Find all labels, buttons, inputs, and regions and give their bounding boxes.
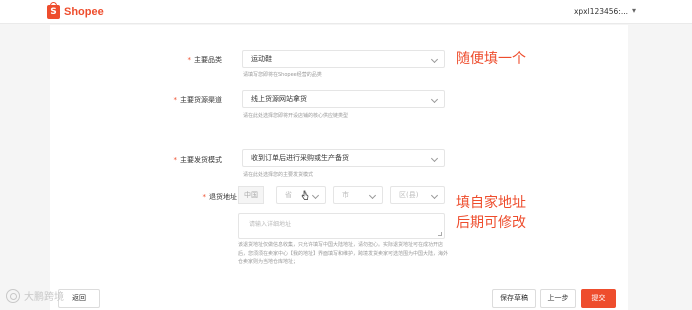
resize-handle-icon[interactable] [438, 232, 442, 236]
return-address-label: * 退货地址 [202, 193, 238, 201]
watermark-logo-icon [6, 288, 20, 303]
shipping-mode-value: 收到订单后进行采购或生产备货 [251, 154, 349, 162]
address-detail-input[interactable]: 请输入详细地址 [238, 213, 445, 239]
supply-channel-label: * 主要货源渠道 [173, 96, 223, 104]
mouse-cursor-icon [301, 190, 309, 200]
supply-channel-hint: 请在此处选择您即将开设店铺的核心供应链类型 [243, 113, 349, 119]
logo-initial: S [50, 7, 57, 17]
category-value: 运动鞋 [251, 55, 272, 63]
supply-channel-select[interactable]: 线上货源网站拿货 [242, 90, 445, 108]
chevron-down-icon [430, 55, 439, 64]
shipping-mode-select[interactable]: 收到订单后进行采购或生产备货 [242, 149, 445, 167]
chevron-down-icon [430, 191, 439, 200]
annotation-line-2: 后期可修改 [456, 215, 526, 231]
annotation-line-1: 填自家地址 [456, 195, 526, 211]
city-select[interactable]: 市 [333, 186, 383, 204]
back-button[interactable]: 返回 [58, 289, 100, 308]
shopee-logo[interactable]: S Shopee [47, 2, 104, 19]
annotation-home-address: 填自家地址 后期可修改 [456, 193, 526, 233]
chevron-down-icon [368, 191, 377, 200]
chevron-down-icon[interactable]: ▾ [632, 6, 636, 15]
city-placeholder: 市 [342, 191, 349, 199]
submit-button[interactable]: 提交 [581, 289, 616, 308]
brand-name: Shopee [64, 6, 104, 18]
watermark-text: 大鹏跨境 [24, 292, 64, 303]
chevron-down-icon [311, 191, 320, 200]
save-draft-button[interactable]: 保存草稿 [492, 289, 536, 308]
username[interactable]: xpxl123456:... [574, 7, 628, 16]
district-select[interactable]: 区(县) [390, 186, 445, 204]
category-hint: 请填写您即将在Shopee经营的品类 [243, 72, 322, 78]
district-placeholder: 区(县) [399, 191, 419, 199]
country-field: 中国 [238, 186, 264, 204]
chevron-down-icon [430, 154, 439, 163]
shipping-mode-hint: 请在此处选择您的主要发货模式 [243, 172, 314, 178]
previous-step-button[interactable]: 上一步 [540, 289, 576, 308]
supply-channel-value: 线上货源网站拿货 [251, 95, 307, 103]
province-placeholder: 省 [285, 191, 292, 199]
return-address-note: 该退货地址仅做信息收集，只允许填写中国大陆地址，请勿担心。实际退货地址可在成功开… [238, 242, 449, 265]
address-detail-placeholder: 请输入详细地址 [249, 221, 292, 228]
annotation-random: 随便填一个 [456, 51, 526, 67]
category-select[interactable]: 运动鞋 [242, 50, 445, 68]
top-bar: S Shopee xpxl123456:... ▾ [0, 0, 692, 24]
category-label: * 主要品类 [187, 56, 223, 64]
chevron-down-icon [430, 95, 439, 104]
shipping-mode-label: * 主要发货模式 [173, 156, 223, 164]
shopee-bag-icon: S [47, 2, 60, 19]
watermark: 大鹏跨境 [6, 288, 64, 303]
